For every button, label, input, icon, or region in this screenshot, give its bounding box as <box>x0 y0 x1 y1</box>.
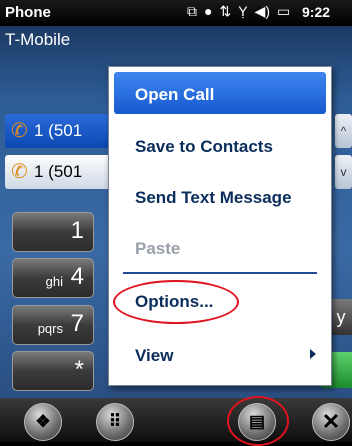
input-panel-button[interactable]: ⠿ <box>96 403 134 441</box>
start-button[interactable]: ❖ <box>24 403 62 441</box>
menu-item-label: View <box>135 346 174 365</box>
menu-item-save-to-contacts[interactable]: Save to Contacts <box>109 124 331 168</box>
sync-icon[interactable]: ⧉ <box>187 3 197 19</box>
keypad-key-star[interactable]: * <box>12 351 94 391</box>
menu-item-label: Save to Contacts <box>135 137 273 156</box>
clock[interactable]: 9:22 <box>302 4 330 20</box>
keypad-icon: ⠿ <box>108 412 122 431</box>
annotation-circle-options <box>113 280 239 324</box>
incoming-call-icon: ✆ <box>11 120 28 142</box>
app-title: Phone <box>5 4 51 21</box>
scroll-up-button[interactable]: ^ <box>335 114 352 148</box>
windows-logo-icon: ❖ <box>35 412 51 431</box>
call-history-item[interactable]: ✆ 1 (501 <box>5 114 125 148</box>
menu-item-send-text-message[interactable]: Send Text Message <box>109 175 331 219</box>
call-number: 1 (501 <box>34 121 83 140</box>
keypad-key-4[interactable]: ghi 4 <box>12 258 94 298</box>
key-digit: 7 <box>70 310 84 337</box>
menu-item-label: Send Text Message <box>135 188 292 207</box>
incoming-call-icon: ✆ <box>11 161 28 183</box>
call-number: 1 (501 <box>34 162 83 181</box>
carrier-name: T-Mobile <box>5 30 71 49</box>
key-digit: * <box>74 356 84 383</box>
menu-item-view[interactable]: View <box>109 333 331 377</box>
keypad-key-1[interactable]: 1 <box>12 212 94 252</box>
call-history-item[interactable]: ✆ 1 (501 <box>5 155 125 189</box>
key-digit: 1 <box>70 217 84 244</box>
keypad-key-9[interactable]: y <box>330 299 352 335</box>
status-bar <box>0 0 352 26</box>
key-letters: ghi <box>45 274 63 289</box>
annotation-circle-menu <box>227 396 289 446</box>
scroll-down-button[interactable]: v <box>335 155 352 189</box>
record-icon[interactable]: ● <box>204 3 212 19</box>
menu-separator <box>123 272 317 274</box>
signal-icon[interactable]: Ỵ <box>238 3 247 19</box>
key-digit: 4 <box>70 263 84 290</box>
keypad-key-7[interactable]: pqrs 7 <box>12 305 94 345</box>
volume-icon[interactable]: ◀) <box>255 3 270 19</box>
close-button[interactable]: ✕ <box>312 403 350 441</box>
menu-item-open-call[interactable]: Open Call <box>114 72 326 114</box>
battery-icon[interactable]: ▭ <box>277 3 290 19</box>
context-menu: Open Call Save to Contacts Send Text Mes… <box>108 66 332 386</box>
menu-item-label: Open Call <box>135 85 215 104</box>
submenu-arrow-icon <box>310 349 316 359</box>
key-letters: pqrs <box>37 321 63 336</box>
menu-item-label: Paste <box>135 239 181 258</box>
data-icon[interactable]: ⇅ <box>219 3 231 19</box>
close-icon: ✕ <box>321 409 341 434</box>
menu-item-paste: Paste <box>109 226 331 270</box>
status-icons[interactable]: ⧉ ● ⇅ Ỵ ◀) ▭ <box>187 3 297 20</box>
